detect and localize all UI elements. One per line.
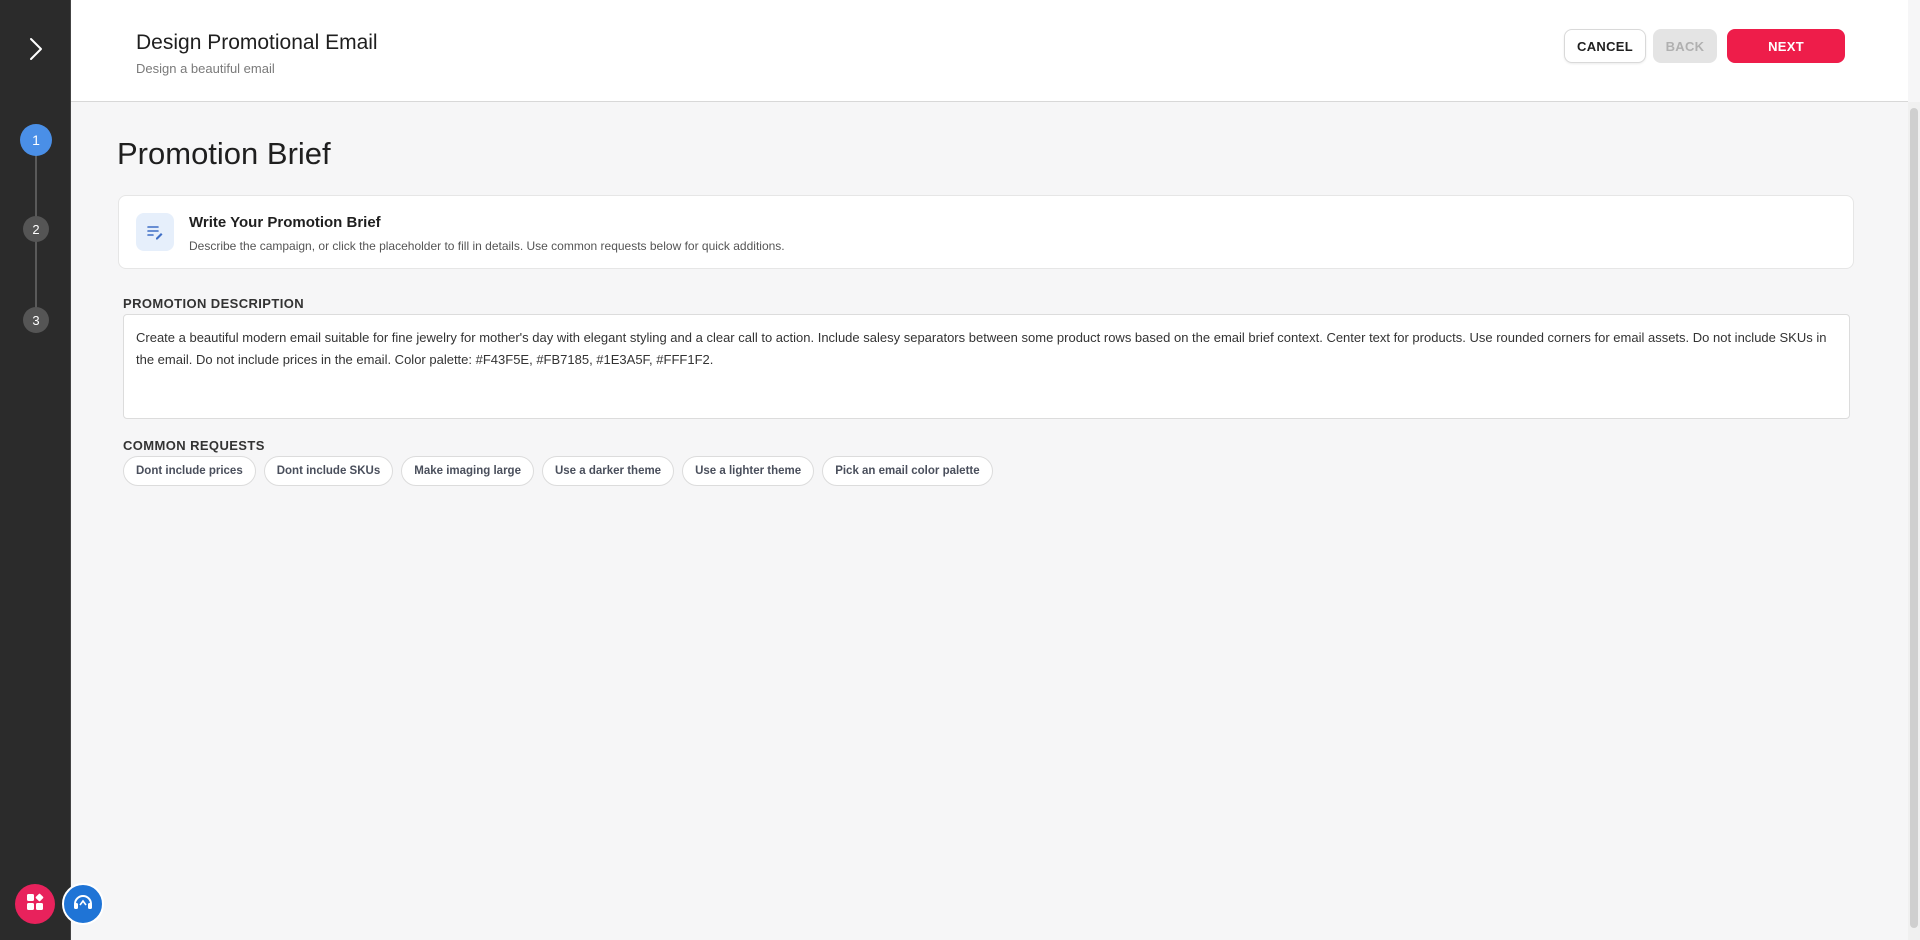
chip-dont-include-prices[interactable]: Dont include prices	[123, 456, 256, 486]
page-header: Design Promotional Email Design a beauti…	[71, 0, 1908, 102]
apps-button[interactable]	[15, 884, 55, 924]
next-button[interactable]: NEXT	[1727, 29, 1845, 63]
promotion-description-textarea[interactable]: Create a beautiful modern email suitable…	[123, 314, 1850, 419]
page-title: Promotion Brief	[117, 136, 331, 171]
app-root: 1 2 3 Design Promotional Email Design a …	[0, 0, 1920, 940]
chip-email-color-palette[interactable]: Pick an email color palette	[822, 456, 993, 486]
chip-darker-theme[interactable]: Use a darker theme	[541, 456, 675, 486]
promotion-description-label: PROMOTION DESCRIPTION	[123, 296, 305, 311]
rail-toggle-button[interactable]	[0, 0, 71, 102]
chip-make-imaging-large[interactable]: Make imaging large	[401, 456, 534, 486]
chip-dont-include-skus[interactable]: Dont include SKUs	[263, 456, 394, 486]
chevron-right-icon	[29, 37, 43, 66]
left-rail: 1 2 3	[0, 0, 71, 940]
support-button[interactable]	[62, 883, 104, 925]
common-requests-list: Dont include prices Dont include SKUs Ma…	[123, 456, 993, 486]
step-1[interactable]: 1	[20, 124, 52, 156]
brief-card: Write Your Promotion Brief Describe the …	[118, 195, 1854, 269]
header-subtitle: Design a beautiful email	[136, 61, 275, 76]
apps-grid-icon	[26, 893, 44, 916]
back-button[interactable]: BACK	[1653, 29, 1717, 63]
common-requests-label: COMMON REQUESTS	[123, 438, 265, 453]
scrollbar-thumb[interactable]	[1910, 108, 1918, 928]
step-2[interactable]: 2	[23, 216, 49, 242]
header-title: Design Promotional Email	[136, 31, 378, 54]
brief-description: Describe the campaign, or click the plac…	[189, 239, 785, 253]
cancel-button[interactable]: CANCEL	[1564, 29, 1646, 63]
chip-lighter-theme[interactable]: Use a lighter theme	[682, 456, 815, 486]
headset-icon	[71, 890, 95, 919]
step-3[interactable]: 3	[23, 307, 49, 333]
brief-title: Write Your Promotion Brief	[189, 214, 381, 231]
edit-list-icon	[136, 213, 174, 251]
